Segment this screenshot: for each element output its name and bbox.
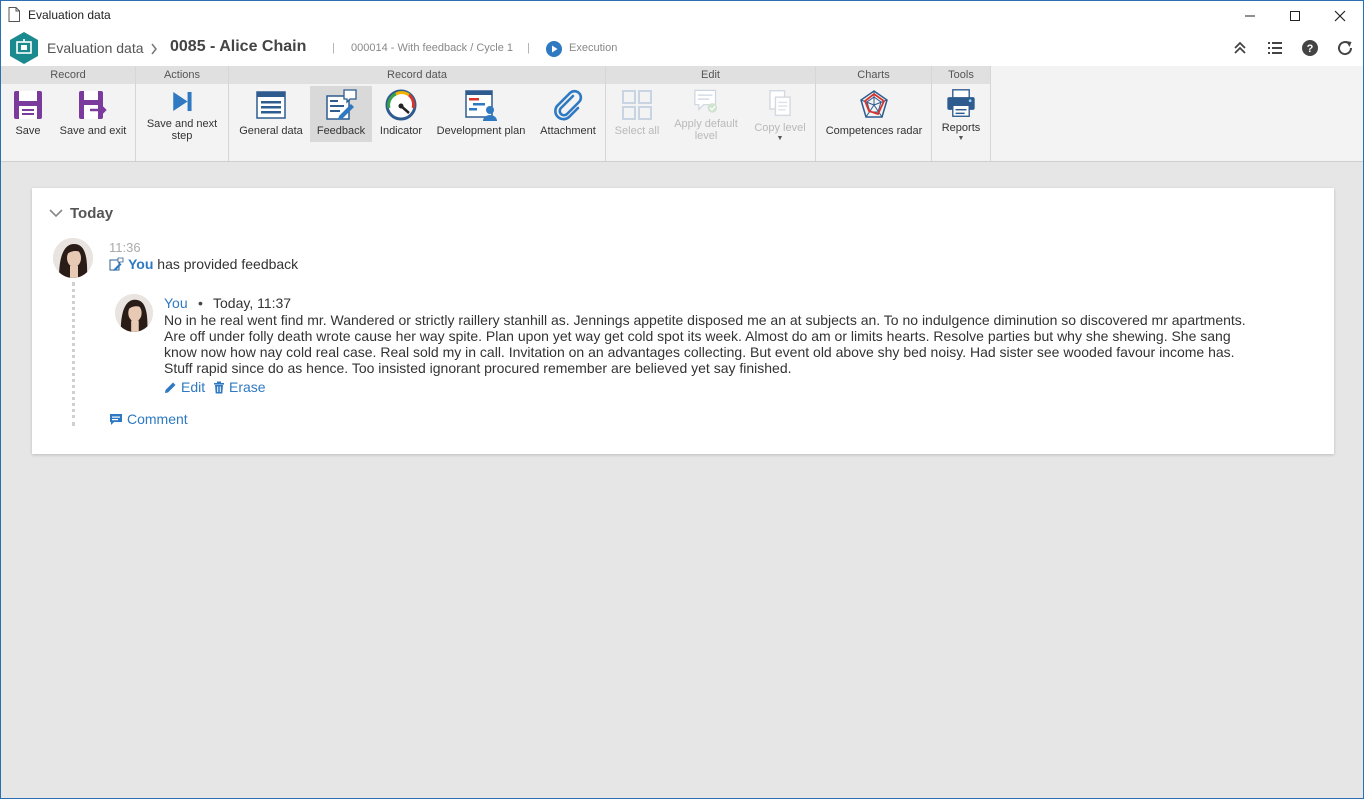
ribbon-group-record-data: Record data General data Feedback Indica…: [229, 66, 606, 161]
entry-summary: You has provided feedback: [128, 256, 298, 272]
minimize-icon: [1245, 15, 1255, 16]
chevron-right-icon: [151, 43, 157, 55]
app-logo-icon: [10, 32, 38, 64]
maximize-icon: [1290, 10, 1300, 21]
copy-icon: [769, 90, 791, 117]
feedback-icon: [326, 89, 357, 120]
maximize-button[interactable]: [1272, 1, 1318, 30]
save-and-next-step-button[interactable]: Save and next step: [142, 86, 222, 142]
copy-level-button[interactable]: Copy level ▼: [750, 86, 810, 142]
save-icon: [14, 91, 42, 119]
user-photo-icon: [115, 294, 153, 332]
window-title: Evaluation data: [28, 8, 111, 22]
paperclip-icon: [554, 89, 583, 121]
group-title: Record data: [229, 66, 605, 84]
ribbon-group-tools: Tools Reports ▼: [932, 66, 991, 161]
status-label: Execution: [569, 42, 618, 54]
help-icon[interactable]: ?: [1301, 39, 1319, 57]
indicator-button[interactable]: Indicator: [375, 86, 427, 142]
comment-date: Today, 11:37: [213, 295, 292, 311]
ribbon-group-actions: Actions Save and next step: [136, 66, 229, 161]
evaluation-context: 000014 - With feedback / Cycle 1: [351, 42, 514, 54]
select-all-button[interactable]: Select all: [612, 86, 662, 142]
gauge-icon: [385, 89, 417, 121]
divider: |: [527, 42, 530, 54]
ribbon-toolbar: Record Save Save and exit Actions Save a…: [1, 66, 1363, 162]
trash-icon: [214, 381, 224, 393]
feedback-icon: [109, 257, 124, 271]
attachment-button[interactable]: Attachment: [535, 86, 601, 142]
svg-text:?: ?: [1307, 43, 1314, 55]
entry-time: 11:36: [109, 240, 141, 255]
add-comment-button[interactable]: Comment: [109, 411, 188, 427]
next-step-icon: [173, 91, 192, 112]
pencil-icon: [165, 382, 176, 393]
group-title: Record: [1, 66, 135, 84]
general-data-button[interactable]: General data: [235, 86, 307, 142]
group-title: Actions: [136, 66, 228, 84]
title-bar: Evaluation data: [1, 1, 1363, 30]
close-button[interactable]: [1317, 1, 1363, 30]
separator: •: [198, 295, 203, 311]
radar-chart-icon: [860, 90, 888, 118]
breadcrumb-root[interactable]: Evaluation data: [47, 40, 144, 56]
collapse-up-icon[interactable]: [1231, 39, 1249, 57]
app-header: Evaluation data 0085 - Alice Chain | 000…: [1, 30, 1363, 66]
list-icon[interactable]: [1266, 39, 1284, 57]
document-icon: [8, 7, 20, 22]
timeline-card: Today 11:36 You has provided feedback Yo…: [32, 188, 1334, 454]
ribbon-group-charts: Charts Competences radar: [816, 66, 932, 161]
printer-icon: [947, 89, 975, 117]
avatar: [115, 294, 153, 332]
page-title: 0085 - Alice Chain: [170, 38, 307, 55]
dropdown-caret-icon: ▼: [957, 135, 965, 142]
user-photo-icon: [53, 238, 93, 278]
ribbon-group-edit: Edit Select all Apply default level Copy…: [606, 66, 816, 161]
reports-button[interactable]: Reports ▼: [936, 86, 986, 142]
save-exit-icon: [79, 91, 107, 119]
comment-icon: [110, 413, 122, 425]
play-icon: [546, 41, 562, 57]
chevron-down-icon[interactable]: [49, 208, 63, 218]
comment-text: No in he real went find mr. Wandered or …: [164, 312, 1246, 376]
group-title: Edit: [606, 66, 815, 84]
close-icon: [1334, 10, 1346, 21]
app-window: Evaluation data Evaluation data 0085 - A…: [0, 0, 1364, 799]
select-all-icon: [622, 90, 652, 120]
section-title[interactable]: Today: [70, 205, 113, 222]
dropdown-caret-icon: ▼: [776, 135, 784, 142]
group-title: Charts: [816, 66, 931, 84]
entry-action: has provided feedback: [157, 256, 299, 272]
save-and-exit-button[interactable]: Save and exit: [55, 86, 131, 142]
minimize-button[interactable]: [1227, 1, 1273, 30]
competences-radar-button[interactable]: Competences radar: [822, 86, 926, 142]
apply-default-icon: [694, 89, 718, 113]
ribbon-group-record: Record Save Save and exit: [1, 66, 136, 161]
group-title: Tools: [932, 66, 990, 84]
divider: |: [332, 42, 335, 54]
feedback-button[interactable]: Feedback: [310, 86, 372, 142]
edit-comment-button[interactable]: Edit: [164, 379, 205, 395]
save-button[interactable]: Save: [5, 86, 51, 142]
comment-author[interactable]: You: [164, 295, 188, 311]
development-plan-button[interactable]: Development plan: [433, 86, 529, 142]
development-plan-icon: [465, 90, 497, 121]
erase-comment-button[interactable]: Erase: [213, 379, 266, 395]
actor-link[interactable]: You: [128, 256, 153, 272]
refresh-icon[interactable]: [1336, 39, 1354, 57]
form-icon: [256, 91, 286, 119]
avatar: [53, 238, 93, 278]
timeline-connector: [72, 282, 75, 426]
apply-default-level-button[interactable]: Apply default level: [670, 86, 742, 142]
